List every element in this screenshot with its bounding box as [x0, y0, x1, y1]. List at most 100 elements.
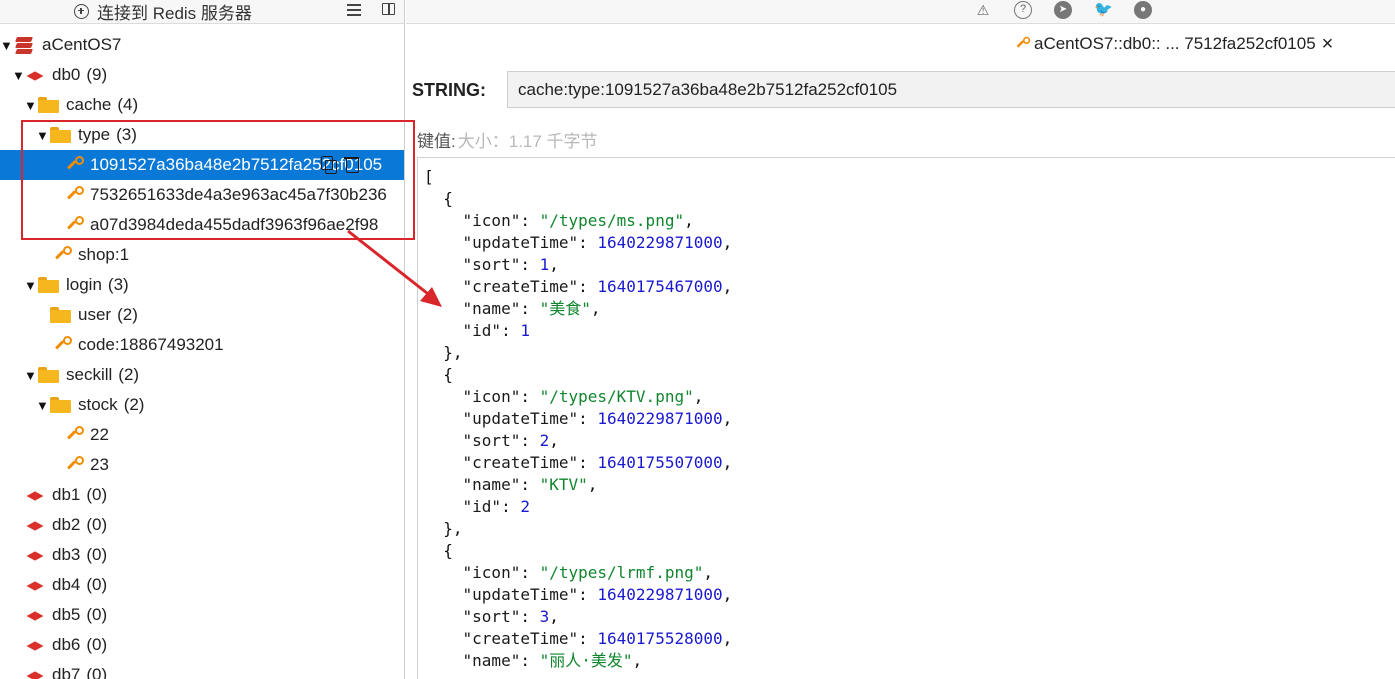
json-string: "/types/ms.png": [539, 211, 685, 230]
json-key: "updateTime": [462, 409, 579, 428]
database-icon: [26, 609, 46, 621]
server-icon: [14, 36, 36, 54]
folder-label: stock: [78, 395, 118, 414]
tree-key-shop[interactable]: shop:1: [0, 240, 404, 270]
folder-icon: [38, 367, 60, 383]
json-number: 3: [539, 607, 550, 626]
tree-key-stock-23[interactable]: 23: [0, 450, 404, 480]
expanded-arrow-icon[interactable]: ▼: [0, 38, 13, 53]
key-icon: [54, 336, 72, 354]
connect-redis-button[interactable]: 连接到 Redis 服务器: [74, 0, 252, 23]
copy-icon[interactable]: [319, 155, 337, 174]
close-icon[interactable]: ×: [1322, 34, 1334, 54]
json-string: "KTV": [539, 475, 588, 494]
json-string: "丽人·美发": [539, 651, 633, 670]
json-key: "updateTime": [462, 585, 579, 604]
tree-server-acentos7[interactable]: ▼ aCentOS7: [0, 30, 404, 60]
tree-folder-user[interactable]: user (2): [50, 300, 404, 330]
tree-db2[interactable]: db2 (0): [26, 510, 404, 540]
db-label: db5: [52, 605, 81, 624]
key-name-field[interactable]: [507, 71, 1395, 108]
json-number: 1640175467000: [597, 277, 723, 296]
json-key: "sort": [462, 431, 521, 450]
db0-label: db0: [52, 65, 81, 84]
expanded-arrow-icon[interactable]: ▼: [12, 68, 25, 83]
tree-db1[interactable]: db1 (0): [26, 480, 404, 510]
tree-key-type-3[interactable]: a07d3984deda455dadf3963f96ae2f98: [0, 210, 404, 240]
github-icon[interactable]: ●: [1134, 1, 1152, 19]
json-key: "icon": [462, 387, 521, 406]
telegram-icon[interactable]: ➤: [1054, 1, 1072, 19]
key-icon: [54, 246, 72, 264]
key-label: 7532651633de4a3e963ac45a7f30b236: [90, 185, 387, 204]
json-number: 1640229871000: [597, 409, 723, 428]
key-icon: [66, 426, 84, 444]
json-key: "updateTime": [462, 233, 579, 252]
tree-folder-seckill[interactable]: ▼ seckill (2): [24, 360, 404, 390]
key-icon: [66, 216, 84, 234]
key-icon: [66, 186, 84, 204]
json-string: "/types/lrmf.png": [539, 563, 704, 582]
json-value-editor[interactable]: [ { "icon": "/types/ms.png", "updateTime…: [417, 157, 1395, 679]
database-icon: [26, 69, 46, 81]
tree-key-code[interactable]: code:18867493201: [0, 330, 404, 360]
json-number: 1640175528000: [597, 629, 723, 648]
list-icon[interactable]: [345, 1, 363, 19]
tree-db0[interactable]: ▼ db0 (9): [12, 60, 404, 90]
folder-count: (3): [116, 125, 137, 144]
tree-folder-login[interactable]: ▼ login (3): [24, 270, 404, 300]
expanded-arrow-icon[interactable]: ▼: [36, 128, 49, 143]
tree-key-type-2[interactable]: 7532651633de4a3e963ac45a7f30b236: [0, 180, 404, 210]
json-number: 2: [520, 497, 530, 516]
tree-folder-type[interactable]: ▼ type (3): [36, 120, 404, 150]
tree-db7[interactable]: db7 (0): [26, 660, 404, 679]
folder-icon: [50, 397, 72, 413]
folder-label: cache: [66, 95, 112, 114]
add-circle-icon: [74, 3, 89, 19]
folder-count: (4): [117, 95, 139, 114]
db0-count: (9): [86, 65, 108, 84]
twitter-icon[interactable]: 🐦: [1094, 1, 1113, 19]
tree-folder-stock[interactable]: ▼ stock (2): [36, 390, 404, 420]
db-label: db3: [52, 545, 81, 564]
tree-key-type-1-selected[interactable]: 1091527a36ba48e2b7512fa252cf0105: [0, 150, 404, 180]
value-label: 键值:: [417, 132, 456, 151]
tree-db6[interactable]: db6 (0): [26, 630, 404, 660]
warning-icon[interactable]: ⚠: [974, 1, 992, 19]
panel-toggle-icon[interactable]: [380, 1, 398, 19]
tab-current-key[interactable]: aCentOS7::db0:: ... 7512fa252cf0105 ×: [1014, 34, 1333, 54]
tree-folder-cache[interactable]: ▼ cache (4): [24, 90, 404, 120]
tree-db3[interactable]: db3 (0): [26, 540, 404, 570]
key-label: 23: [90, 455, 109, 474]
json-key: "createTime": [462, 277, 579, 296]
expanded-arrow-icon[interactable]: ▼: [24, 98, 37, 113]
key-icon: [66, 156, 84, 174]
folder-label: user: [78, 305, 112, 324]
db-label: db2: [52, 515, 81, 534]
tree-key-stock-22[interactable]: 22: [0, 420, 404, 450]
folder-icon: [38, 277, 60, 293]
value-size: 大小：1.17 千字节: [457, 132, 598, 151]
json-string: "/types/KTV.png": [539, 387, 694, 406]
delete-icon[interactable]: [343, 155, 361, 173]
database-icon: [26, 489, 46, 501]
json-key: "id": [462, 321, 502, 340]
top-icon-bar: ⚠ ? ➤ 🐦 ●: [406, 0, 1395, 24]
database-icon: [26, 639, 46, 651]
folder-label: type: [78, 125, 111, 144]
folder-label: login: [66, 275, 102, 294]
tree-db5[interactable]: db5 (0): [26, 600, 404, 630]
tree-db4[interactable]: db4 (0): [26, 570, 404, 600]
help-icon[interactable]: ?: [1014, 1, 1032, 19]
database-icon: [26, 549, 46, 561]
expanded-arrow-icon[interactable]: ▼: [36, 398, 49, 413]
json-key: "id": [462, 497, 502, 516]
database-icon: [26, 579, 46, 591]
db-label: db6: [52, 635, 81, 654]
row-actions: [319, 155, 361, 174]
json-content: [ { "icon": "/types/ms.png", "updateTime…: [424, 167, 733, 670]
expanded-arrow-icon[interactable]: ▼: [24, 278, 37, 293]
folder-count: (2): [118, 365, 140, 384]
db-count: (0): [86, 485, 108, 504]
expanded-arrow-icon[interactable]: ▼: [24, 368, 37, 383]
